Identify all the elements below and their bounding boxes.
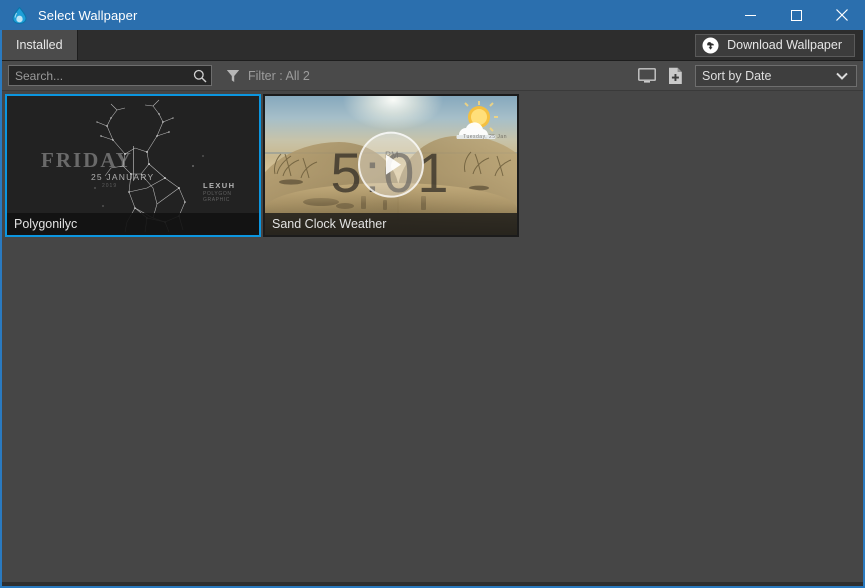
sort-dropdown[interactable]: Sort by Date (695, 64, 857, 87)
search-button[interactable] (189, 66, 211, 85)
search-input[interactable] (9, 66, 189, 85)
window-title: Select Wallpaper (38, 7, 138, 23)
close-icon (836, 9, 848, 21)
tab-bar: Installed Download Wallpaper (2, 30, 863, 61)
wallpaper-card-polygonilyc[interactable]: FRIDAY 25 JANUARY 2019 LEXUH POLYGON GRA… (5, 94, 261, 237)
toolbar: Filter : All 2 Sort by Date (2, 61, 863, 91)
tab-bar-spacer (78, 30, 696, 60)
search-box[interactable] (8, 65, 212, 86)
wallpaper-card-sand-clock-weather[interactable]: 5:01 PM Tuesday, 25 Jan Sand Clock Weath… (263, 94, 519, 237)
search-icon (193, 69, 207, 82)
filter-button[interactable] (220, 63, 246, 89)
play-triangle-icon (386, 154, 401, 175)
add-file-button[interactable] (661, 64, 689, 88)
wallpaper-title: Sand Clock Weather (265, 213, 517, 235)
file-add-icon (668, 67, 682, 84)
maximize-button[interactable] (773, 0, 819, 30)
artwork-brand-sub: POLYGON GRAPHIC (203, 191, 232, 203)
minimize-icon (744, 14, 756, 16)
tab-installed-label: Installed (16, 38, 63, 52)
minimize-button[interactable] (727, 0, 773, 30)
funnel-icon (226, 69, 240, 82)
monitor-icon (638, 67, 656, 83)
download-wallpaper-label: Download Wallpaper (727, 38, 842, 52)
artwork-date: 25 JANUARY (91, 172, 155, 182)
filter-label: Filter : All 2 (248, 68, 310, 83)
maximize-icon (790, 9, 802, 21)
tab-installed[interactable]: Installed (2, 30, 78, 60)
status-bar (2, 582, 863, 586)
artwork-subtext: 2019 (102, 183, 118, 189)
download-wallpaper-button[interactable]: Download Wallpaper (695, 33, 855, 57)
wallpaper-title: Polygonilyc (7, 213, 259, 235)
cloud-download-icon (702, 37, 719, 53)
select-wallpaper-window: Select Wallpaper Installed Download Wall… (0, 0, 865, 588)
monitor-button[interactable] (633, 64, 661, 88)
artwork-brand: LEXUH (203, 181, 236, 190)
sort-dropdown-value: Sort by Date (702, 68, 772, 83)
close-button[interactable] (819, 0, 865, 30)
play-circle-icon[interactable] (358, 131, 424, 198)
artwork-headline: FRIDAY (41, 148, 133, 172)
window-controls (727, 0, 865, 30)
chevron-down-icon (836, 72, 848, 80)
weather-subtext: Tuesday, 25 Jan (463, 134, 507, 140)
wallpaper-grid: FRIDAY 25 JANUARY 2019 LEXUH POLYGON GRA… (2, 91, 863, 582)
title-bar: Select Wallpaper (0, 0, 865, 30)
water-drop-icon (6, 0, 32, 30)
